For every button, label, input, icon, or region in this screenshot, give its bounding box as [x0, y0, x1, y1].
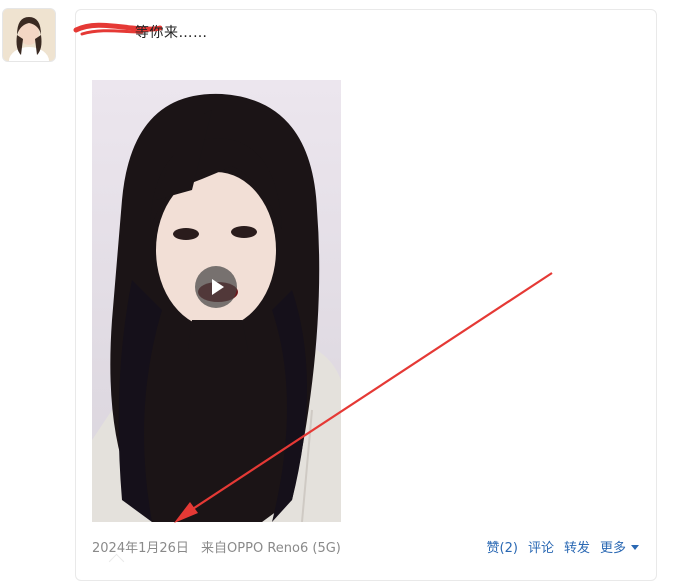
like-button[interactable]: 赞(2) — [487, 537, 518, 556]
chevron-down-icon — [631, 545, 639, 550]
post-text: 等你来…… — [135, 25, 208, 41]
comment-button[interactable]: 评论 — [528, 537, 554, 556]
post-meta: 2024年1月26日 来自OPPO Reno6 (5G) — [92, 537, 341, 556]
video-thumbnail[interactable] — [92, 80, 341, 522]
post-date[interactable]: 2024年1月26日 — [92, 541, 189, 556]
avatar[interactable] — [2, 8, 56, 62]
avatar-image — [3, 9, 55, 61]
more-label: 更多 — [599, 541, 626, 556]
post-source: 来自OPPO Reno6 (5G) — [201, 541, 341, 556]
repost-button[interactable]: 转发 — [564, 537, 590, 556]
post-actions: 赞(2) 评论 转发 更多 — [487, 537, 639, 556]
more-button[interactable]: 更多 — [600, 537, 639, 556]
play-icon — [212, 279, 224, 295]
play-button[interactable] — [195, 266, 237, 308]
